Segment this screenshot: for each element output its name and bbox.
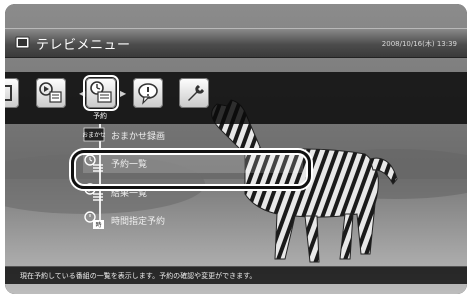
category-icon-bar: ◀ ▶ 予約 — [5, 72, 467, 124]
grid-icon[interactable] — [5, 78, 19, 108]
menu-item-time-specified[interactable]: 時 時間指定予約 — [83, 210, 283, 230]
omakase-icon: おまかせ — [83, 127, 105, 142]
selected-category-label: 予約 — [93, 112, 107, 120]
time-specified-icon: 時 — [84, 211, 104, 229]
window-title: テレビメニュー — [36, 38, 131, 53]
wrench-icon[interactable] — [179, 78, 209, 108]
menu-item-label: おまかせ録画 — [111, 132, 166, 142]
program-guide-icon[interactable] — [36, 78, 66, 108]
chevron-left-icon: ◀ — [79, 89, 86, 98]
menu-item-label: 時間指定予約 — [111, 217, 166, 227]
status-bar: 現在予約している番組の一覧を表示します。予約の確認や変更ができます。 — [5, 266, 467, 284]
tv-icon — [15, 36, 30, 49]
menu-item-omakase[interactable]: おまかせ おまかせ録画 — [83, 125, 283, 145]
reservation-clock-icon[interactable] — [83, 75, 119, 111]
selection-highlight-ring — [71, 150, 311, 189]
clock-readout: 2008/10/16(木) 13:39 — [381, 40, 457, 48]
title-bar: テレビメニュー 2008/10/16(木) 13:39 — [5, 28, 467, 58]
chevron-right-icon: ▶ — [120, 89, 127, 98]
speech-bubble-icon[interactable] — [133, 78, 163, 108]
status-text: 現在予約している番組の一覧を表示します。予約の確認や変更ができます。 — [20, 272, 257, 280]
svg-text:時: 時 — [95, 221, 101, 229]
svg-text:おまかせ: おまかせ — [83, 132, 105, 139]
tv-menu-screen: テレビメニュー 2008/10/16(木) 13:39 ◀ ▶ 予約 おまかせ … — [5, 4, 467, 294]
